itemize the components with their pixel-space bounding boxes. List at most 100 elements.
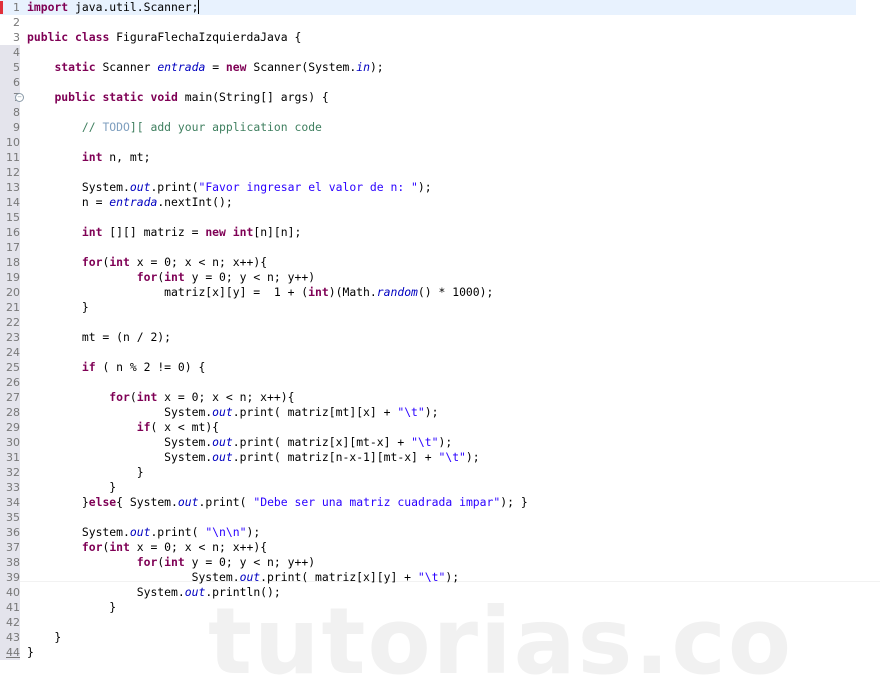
code-line[interactable]: 17 <box>0 240 880 255</box>
field-ref: entrada <box>157 60 206 74</box>
code-line[interactable]: 38 for(int y = 0; y < n; y++) <box>0 555 880 570</box>
code-content: System.out.print( matriz[x][y] + "\t"); <box>27 570 459 585</box>
code-line[interactable]: 41 } <box>0 600 880 615</box>
code-line[interactable]: 1 import java.util.Scanner; <box>0 0 856 15</box>
line-number: 13 <box>6 181 20 194</box>
code-text: mt = (n / 2); <box>27 330 172 344</box>
line-number: 21 <box>6 301 20 314</box>
code-line[interactable]: 34 }else{ System.out.print( "Debe ser un… <box>0 495 880 510</box>
code-text: ); <box>424 405 439 419</box>
code-content: for(int x = 0; x < n; x++){ <box>27 255 267 270</box>
line-number: 42 <box>6 616 20 629</box>
code-text: .print( <box>150 525 206 539</box>
code-content: } <box>27 645 34 660</box>
code-line[interactable]: 33 } <box>0 480 880 495</box>
fold-collapse-icon[interactable]: − <box>15 93 24 102</box>
code-editor[interactable]: 1 import java.util.Scanner; 2 3 public class… <box>0 0 880 660</box>
code-line[interactable]: 28 System.out.print( matriz[mt][x] + "\t… <box>0 405 880 420</box>
code-content: public static void main(String[] args) { <box>27 90 329 105</box>
code-content: } <box>27 300 89 315</box>
code-line[interactable]: 25 if ( n % 2 != 0) { <box>0 360 880 375</box>
code-line[interactable]: 16 int [][] matriz = new int[n][n]; <box>0 225 880 240</box>
code-line[interactable]: 9 // TODO][ add your application code <box>0 120 880 135</box>
line-number: 20 <box>6 286 20 299</box>
code-line[interactable]: 23 mt = (n / 2); <box>0 330 880 345</box>
code-text: System. <box>27 525 130 539</box>
code-line[interactable]: 30 System.out.print( matriz[x][mt-x] + "… <box>0 435 880 450</box>
code-line[interactable]: 6 <box>0 75 880 90</box>
code-line[interactable]: 32 } <box>0 465 880 480</box>
code-text: .print( <box>150 180 199 194</box>
code-line[interactable]: 27 for(int x = 0; x < n; x++){ <box>0 390 880 405</box>
line-number: 5 <box>13 61 20 74</box>
code-text: y = 0; y < n; y++) <box>184 555 316 569</box>
keyword: void <box>150 90 178 104</box>
code-line[interactable]: 39 System.out.print( matriz[x][y] + "\t"… <box>0 570 880 585</box>
code-line[interactable]: 5 static Scanner entrada = new Scanner(S… <box>0 60 880 75</box>
code-line[interactable]: 35 <box>0 510 880 525</box>
code-text: Scanner <box>95 60 158 74</box>
code-text: } <box>27 495 89 509</box>
keyword: int <box>164 555 185 569</box>
line-number: 40 <box>6 586 20 599</box>
code-line[interactable]: 44} <box>0 645 880 660</box>
code-line[interactable]: 29 if( x < mt){ <box>0 420 880 435</box>
keyword: if <box>81 360 96 374</box>
line-number: 4 <box>13 46 20 59</box>
code-line[interactable]: 14 n = entrada.nextInt(); <box>0 195 880 210</box>
keyword: int <box>136 390 158 404</box>
code-line[interactable]: 31 System.out.print( matriz[n-x-1][mt-x]… <box>0 450 880 465</box>
keyword: public <box>54 90 96 104</box>
code-line[interactable]: 7− public static void main(String[] args… <box>0 90 880 105</box>
code-line[interactable]: 19 for(int y = 0; y < n; y++) <box>0 270 880 285</box>
code-line[interactable]: 2 <box>0 15 880 30</box>
string-literal: "Debe ser una matriz cuadrada impar" <box>253 495 501 509</box>
field-ref: out <box>212 435 233 449</box>
code-line[interactable]: 4 <box>0 45 880 60</box>
code-line[interactable]: 18 for(int x = 0; x < n; x++){ <box>0 255 880 270</box>
code-line[interactable]: 13 System.out.print("Favor ingresar el v… <box>0 180 880 195</box>
code-text: ( n % 2 != 0) { <box>95 360 206 374</box>
code-text: ); <box>369 60 384 74</box>
code-line[interactable]: 26 <box>0 375 880 390</box>
code-line[interactable]: 43 } <box>0 630 880 645</box>
line-number: 26 <box>6 376 20 389</box>
code-content: System.out.print("Favor ingresar el valo… <box>27 180 432 195</box>
code-line[interactable]: 3 public class FiguraFlechaIzquierdaJava … <box>0 30 880 45</box>
code-text: )(Math. <box>328 285 377 299</box>
code-line[interactable]: 12 <box>0 165 880 180</box>
code-line[interactable]: 10 <box>0 135 880 150</box>
line-number: 25 <box>6 361 20 374</box>
string-literal: "\t" <box>417 570 446 584</box>
field-ref: out <box>184 585 206 599</box>
field-ref: out <box>177 495 199 509</box>
code-line[interactable]: 42 <box>0 615 880 630</box>
keyword: else <box>88 495 117 509</box>
code-line[interactable]: 37 for(int x = 0; x < n; x++){ <box>0 540 880 555</box>
code-line[interactable]: 20 matriz[x][y] = 1 + (int)(Math.random(… <box>0 285 880 300</box>
code-text: main(String[] args) { <box>177 90 329 104</box>
code-line[interactable]: 15 <box>0 210 880 225</box>
line-number: 27 <box>6 391 20 404</box>
code-line[interactable]: 36 System.out.print( "\n\n"); <box>0 525 880 540</box>
code-line[interactable]: 11 int n, mt; <box>0 150 880 165</box>
line-number: 29 <box>6 421 20 434</box>
code-text: } <box>27 630 62 644</box>
code-line[interactable]: 21 } <box>0 300 880 315</box>
code-line[interactable]: 24 <box>0 345 880 360</box>
string-literal: "\t" <box>411 435 439 449</box>
field-ref: out <box>212 405 233 419</box>
code-text: System. <box>27 450 213 464</box>
code-line[interactable]: 40 System.out.println(); <box>0 585 880 600</box>
code-line[interactable]: 8 <box>0 105 880 120</box>
code-line[interactable]: 22 <box>0 315 880 330</box>
code-text: n, mt; <box>102 150 151 164</box>
keyword: for <box>136 270 158 284</box>
code-text: ( <box>129 390 137 404</box>
line-number: 36 <box>6 526 20 539</box>
code-content: mt = (n / 2); <box>27 330 171 345</box>
code-text: x = 0; x < n; x++){ <box>129 255 268 269</box>
